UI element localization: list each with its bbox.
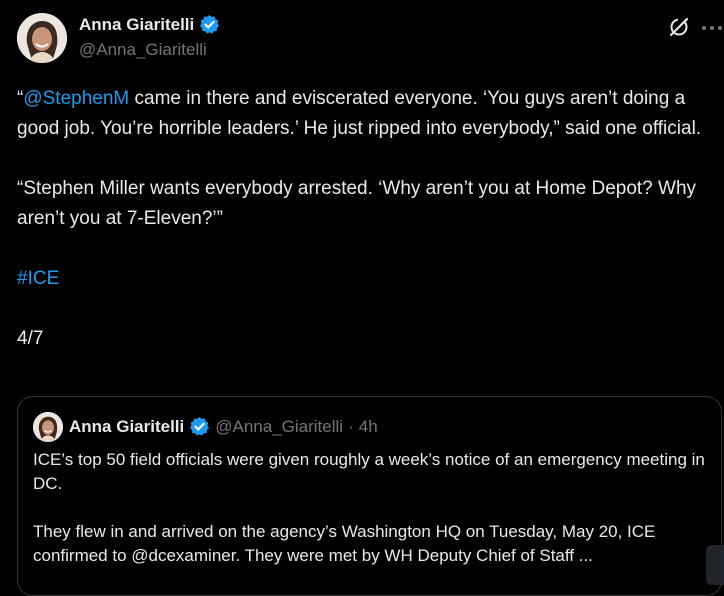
verified-badge-icon [200,14,220,34]
quoted-author-handle: @Anna_Giaritelli [215,416,344,436]
author-name[interactable]: Anna Giaritelli [79,15,194,35]
tweet-paragraph-1: “@StephenM came in there and eviscerated… [17,84,717,144]
grok-icon[interactable] [668,16,690,38]
quoted-author-avatar [33,412,63,442]
verified-badge-icon [190,416,210,436]
tweet-text: “@StephenM came in there and eviscerated… [17,84,717,354]
quoted-tweet-text: ICE’s top 50 field officials were given … [33,448,713,568]
quoted-author-name: Anna Giaritelli [69,416,185,436]
separator-dot: · [348,416,354,436]
quoted-header: Anna Giaritelli @Anna_Giaritelli · 4h [69,416,378,437]
quoted-tweet-card[interactable]: Anna Giaritelli @Anna_Giaritelli · 4h IC… [17,396,722,596]
more-icon[interactable] [700,24,724,32]
quoted-paragraph-2: They flew in and arrived on the agency’s… [33,522,656,565]
mention-link[interactable]: @StephenM [23,88,129,109]
quoted-paragraph-1: ICE’s top 50 field officials were given … [33,450,705,493]
author-avatar[interactable] [17,13,67,63]
thread-counter: 4/7 [17,328,44,349]
corner-thumbnail [706,545,724,585]
author-handle[interactable]: @Anna_Giaritelli [79,40,207,60]
quoted-timestamp: 4h [358,416,378,436]
hashtag-link[interactable]: #ICE [17,268,59,289]
author-name-row[interactable]: Anna Giaritelli [79,14,220,35]
tweet-paragraph-2: “Stephen Miller wants everybody arrested… [17,178,697,229]
